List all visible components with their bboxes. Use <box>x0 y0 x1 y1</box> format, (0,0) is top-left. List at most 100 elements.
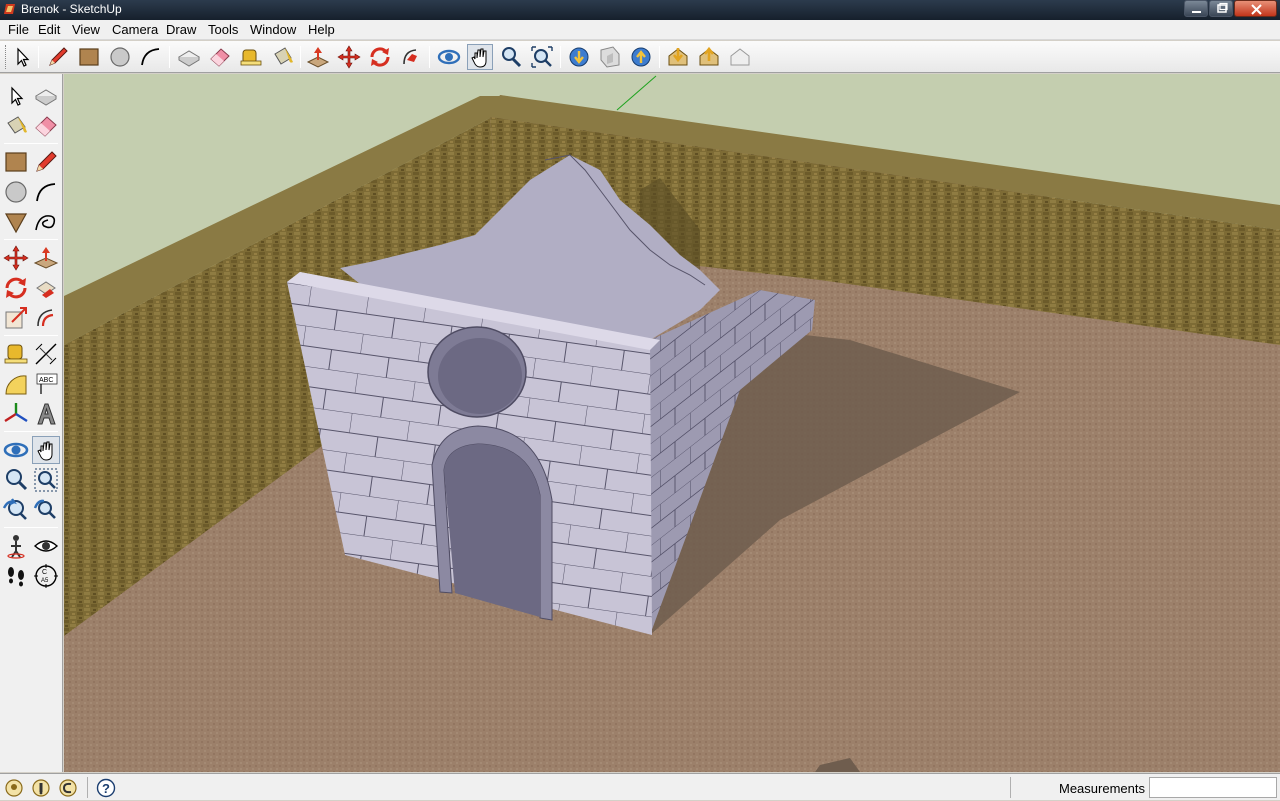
rectangle-tool-button[interactable] <box>76 44 102 70</box>
zoom-tool-button[interactable] <box>2 466 30 494</box>
maximize-button[interactable] <box>1209 0 1233 17</box>
protractor-icon <box>5 375 27 395</box>
house-download-icon <box>668 48 688 66</box>
menu-camera[interactable]: Camera <box>112 22 158 37</box>
minimize-icon <box>1192 11 1201 13</box>
menu-edit[interactable]: Edit <box>38 22 60 37</box>
circle-icon <box>110 47 130 67</box>
get-models-button[interactable] <box>566 44 592 70</box>
section-plane-button[interactable]: C A5 <box>32 562 60 590</box>
text-tool-button[interactable]: ABC <box>32 370 60 398</box>
freehand-tool-button[interactable] <box>32 208 60 236</box>
circle-tool-button[interactable] <box>107 44 133 70</box>
previous-view-button[interactable] <box>2 496 30 524</box>
zoom-window-button[interactable] <box>32 466 60 494</box>
zoom-tool-button[interactable] <box>498 44 524 70</box>
minimize-button[interactable] <box>1184 0 1208 17</box>
paint-bucket-button[interactable] <box>269 44 295 70</box>
select-tool-button[interactable] <box>9 44 35 70</box>
paint-bucket-button[interactable] <box>2 112 30 140</box>
geo-location-button[interactable] <box>4 778 24 798</box>
dimension-tool-button[interactable] <box>32 340 60 368</box>
rectangle-tool-button[interactable] <box>2 148 30 176</box>
share-component-button[interactable] <box>628 44 654 70</box>
make-component-button[interactable] <box>176 44 202 70</box>
axes-icon <box>4 403 28 423</box>
axes-tool-button[interactable] <box>2 400 30 428</box>
globe-download-icon <box>569 47 589 67</box>
measurements-input[interactable] <box>1149 777 1277 798</box>
close-button[interactable] <box>1234 0 1277 17</box>
help-button[interactable]: ? <box>96 778 116 798</box>
svg-text:ABC: ABC <box>39 377 53 384</box>
follow-me-icon <box>36 281 56 298</box>
menu-tools[interactable]: Tools <box>208 22 238 37</box>
rectangle-icon <box>79 48 99 66</box>
component-icon <box>178 50 200 67</box>
menu-window[interactable]: Window <box>250 22 296 37</box>
line-tool-button[interactable] <box>32 148 60 176</box>
toolbar-grip[interactable] <box>5 45 8 69</box>
orbit-tool-button[interactable] <box>436 44 462 70</box>
eye-icon <box>33 540 59 552</box>
paint-bucket-icon <box>274 47 293 65</box>
make-component-button[interactable] <box>32 82 60 110</box>
look-around-button[interactable] <box>32 532 60 560</box>
place-model-button[interactable] <box>696 44 722 70</box>
component-icon <box>35 89 57 106</box>
get-current-view-button[interactable] <box>727 44 753 70</box>
rotate-tool-button[interactable] <box>2 274 30 302</box>
pan-tool-button[interactable] <box>467 44 493 70</box>
offset-tool-button[interactable] <box>32 304 60 332</box>
walk-tool-button[interactable] <box>2 562 30 590</box>
house-upload-icon <box>699 46 719 66</box>
section-plane-icon: C A5 <box>34 564 58 588</box>
protractor-tool-button[interactable] <box>2 370 30 398</box>
get-photo-texture-button[interactable] <box>665 44 691 70</box>
tape-measure-button[interactable] <box>238 44 264 70</box>
move-tool-button[interactable] <box>2 244 30 272</box>
tape-measure-icon <box>240 49 262 66</box>
push-pull-button[interactable] <box>32 244 60 272</box>
follow-me-button[interactable] <box>398 44 424 70</box>
push-pull-button[interactable] <box>305 44 331 70</box>
orbit-tool-button[interactable] <box>2 436 30 464</box>
menu-help[interactable]: Help <box>308 22 335 37</box>
menu-view[interactable]: View <box>72 22 100 37</box>
menu-draw[interactable]: Draw <box>166 22 196 37</box>
scene-3d <box>64 74 1280 772</box>
title-bar[interactable]: Brenok - SketchUp <box>0 0 1280 20</box>
zoom-extents-button[interactable] <box>529 44 555 70</box>
eraser-icon <box>210 48 230 67</box>
modeling-viewport[interactable] <box>64 74 1280 772</box>
tape-measure-button[interactable] <box>2 340 30 368</box>
pencil-tool-button[interactable] <box>45 44 71 70</box>
eraser-tool-button[interactable] <box>32 112 60 140</box>
rotate-tool-button[interactable] <box>367 44 393 70</box>
share-model-button[interactable] <box>597 44 623 70</box>
scale-tool-button[interactable] <box>2 304 30 332</box>
position-camera-button[interactable] <box>2 532 30 560</box>
move-tool-button[interactable] <box>336 44 362 70</box>
arc-tool-button[interactable] <box>32 178 60 206</box>
polygon-tool-button[interactable] <box>2 208 30 236</box>
eraser-tool-button[interactable] <box>207 44 233 70</box>
zoom-extents-icon <box>531 46 553 68</box>
3d-text-tool-button[interactable] <box>32 400 60 428</box>
geo-location-icon <box>5 779 23 797</box>
push-pull-icon <box>33 247 59 269</box>
share-model-icon <box>600 46 620 68</box>
circle-icon <box>5 181 27 203</box>
menu-file[interactable]: File <box>8 22 29 37</box>
credits-button[interactable] <box>31 778 51 798</box>
eraser-icon <box>35 116 57 137</box>
rotate-icon <box>370 47 390 67</box>
follow-me-button[interactable] <box>32 274 60 302</box>
zoom-extents-button[interactable] <box>32 496 60 524</box>
arc-tool-button[interactable] <box>138 44 164 70</box>
login-button[interactable] <box>58 778 78 798</box>
circle-tool-button[interactable] <box>2 178 30 206</box>
pan-tool-button[interactable] <box>32 436 60 464</box>
select-tool-button[interactable] <box>2 82 30 110</box>
tape-measure-icon <box>4 344 28 364</box>
